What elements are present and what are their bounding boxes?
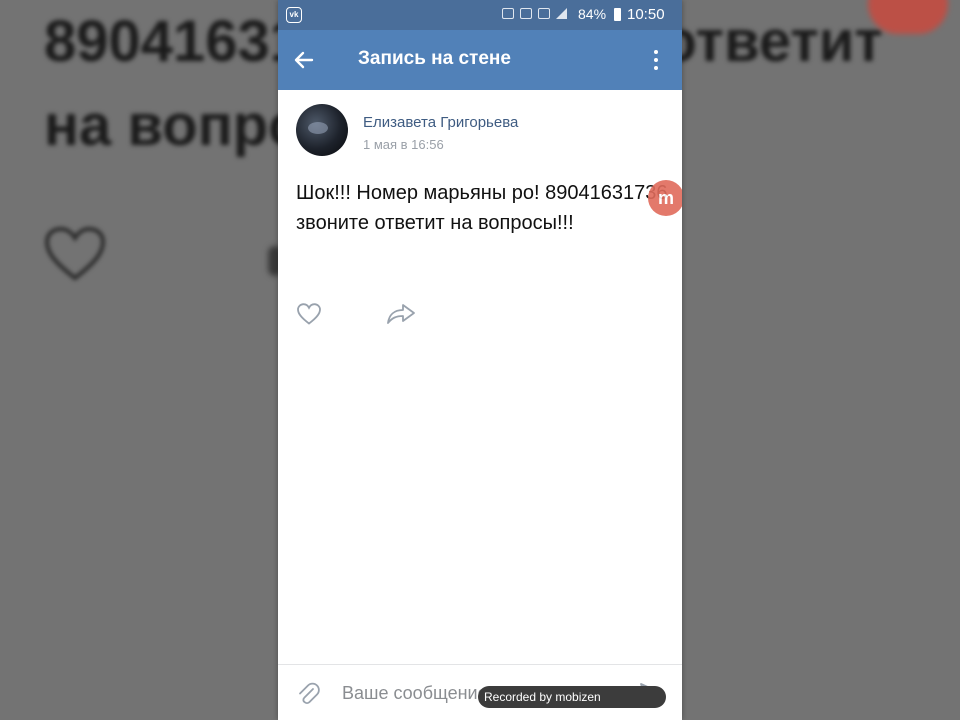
status-icons xyxy=(502,8,567,19)
overlay-badge: m xyxy=(648,180,682,216)
screenshot-icon xyxy=(520,8,532,19)
post-card: Елизавета Григорьева 1 мая в 16:56 Шок!!… xyxy=(278,90,682,664)
background-heart-icon xyxy=(44,226,106,281)
battery-level: 84% xyxy=(578,6,607,22)
avatar[interactable] xyxy=(296,104,348,156)
signal-icon xyxy=(556,8,567,19)
arrow-left-icon[interactable] xyxy=(292,48,316,72)
author-name[interactable]: Елизавета Григорьева xyxy=(363,114,518,131)
app-bar: Запись на стене xyxy=(278,30,682,90)
phone-screen: vk 84% 10:50 Запись на стене Елизавета Г… xyxy=(278,0,682,720)
image-icon xyxy=(502,8,514,19)
post-text: Шок!!! Номер марьяны ро! 89041631736 зво… xyxy=(296,182,668,234)
heart-icon[interactable] xyxy=(296,302,322,326)
status-bar: vk 84% 10:50 xyxy=(278,0,682,30)
post-date: 1 мая в 16:56 xyxy=(363,137,444,152)
paperclip-icon[interactable] xyxy=(296,681,320,707)
battery-icon xyxy=(614,8,621,21)
more-vertical-icon[interactable] xyxy=(646,46,666,74)
mute-icon xyxy=(538,8,550,19)
vk-notification-icon: vk xyxy=(286,7,302,23)
page-title: Запись на стене xyxy=(358,48,511,69)
recorder-watermark: Recorded by mobizen xyxy=(478,686,666,708)
share-arrow-icon[interactable] xyxy=(386,302,416,326)
clock: 10:50 xyxy=(627,6,665,23)
